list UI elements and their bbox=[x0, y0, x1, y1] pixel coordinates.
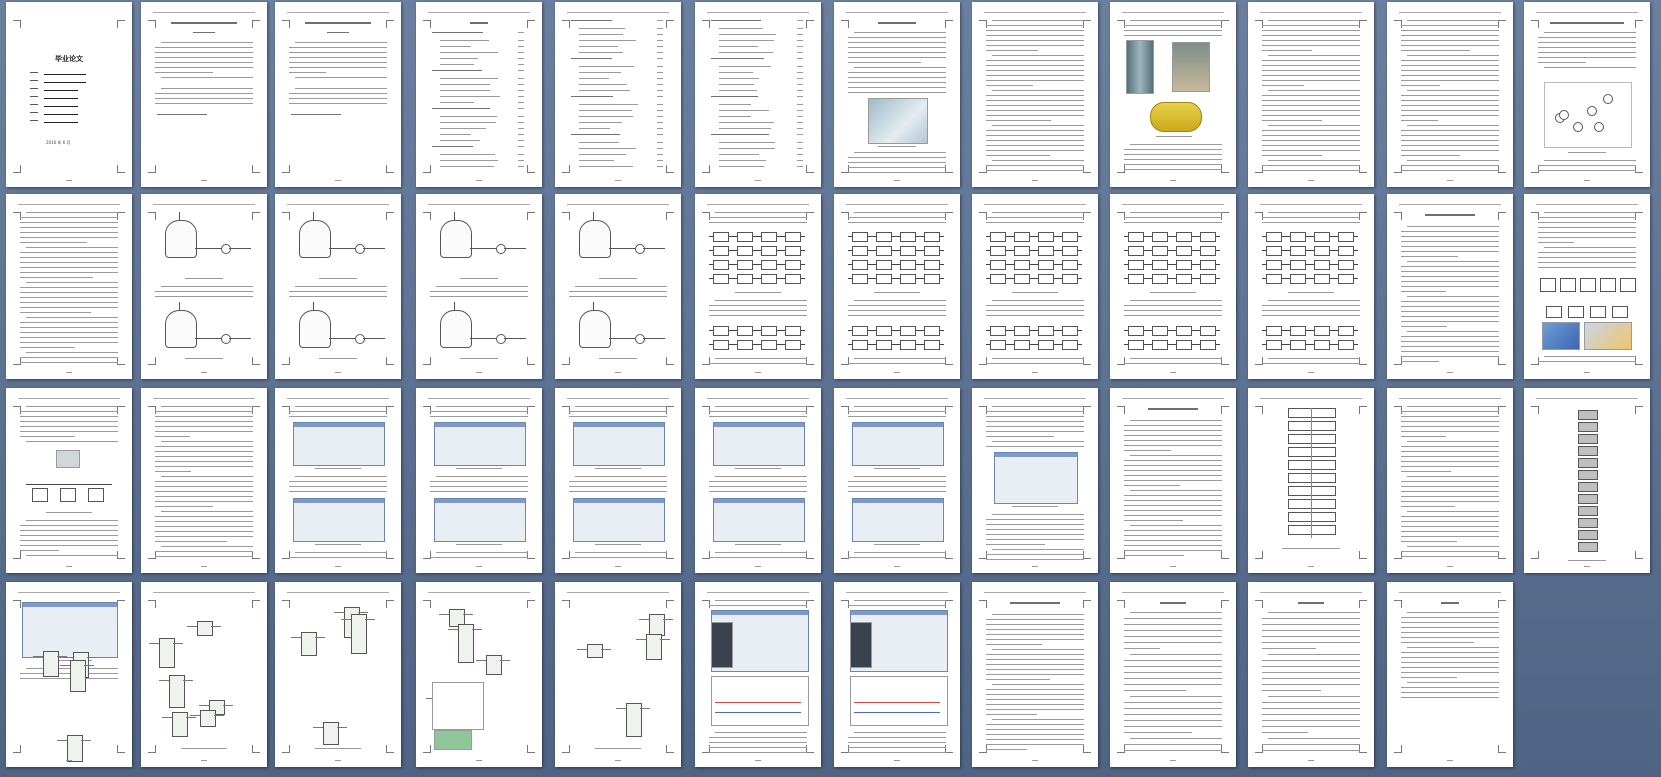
page-thumbnail[interactable] bbox=[834, 194, 960, 379]
page-thumbnail[interactable] bbox=[1387, 388, 1513, 573]
cover-date: 2016 年 6 月 bbox=[46, 140, 71, 145]
page-thumbnail[interactable] bbox=[141, 582, 267, 767]
page-thumbnail[interactable] bbox=[275, 2, 401, 187]
page-thumbnail[interactable] bbox=[695, 194, 821, 379]
page-thumbnail[interactable] bbox=[416, 194, 542, 379]
page-thumbnail[interactable] bbox=[1524, 2, 1650, 187]
page-thumbnail[interactable] bbox=[1248, 388, 1374, 573]
page-thumbnail[interactable] bbox=[972, 582, 1098, 767]
page-thumbnail[interactable] bbox=[555, 194, 681, 379]
page-thumbnail[interactable] bbox=[141, 2, 267, 187]
page-thumbnail[interactable] bbox=[555, 582, 681, 767]
page-thumbnail[interactable] bbox=[834, 2, 960, 187]
page-thumbnail[interactable] bbox=[6, 194, 132, 379]
page-thumbnail[interactable] bbox=[1524, 388, 1650, 573]
page-thumbnail[interactable] bbox=[6, 582, 132, 767]
page-thumbnail[interactable] bbox=[416, 2, 542, 187]
page-thumbnail[interactable] bbox=[141, 388, 267, 573]
page-thumbnail[interactable] bbox=[1110, 194, 1236, 379]
page-thumbnail[interactable]: 毕业论文 2016 年 6 月 bbox=[6, 2, 132, 187]
page-thumbnail[interactable] bbox=[275, 582, 401, 767]
page-thumbnail[interactable] bbox=[1110, 388, 1236, 573]
page-thumbnail[interactable] bbox=[141, 194, 267, 379]
page-thumbnail[interactable] bbox=[275, 388, 401, 573]
page-thumbnail[interactable] bbox=[1110, 582, 1236, 767]
page-thumbnail[interactable] bbox=[972, 194, 1098, 379]
page-thumbnail[interactable] bbox=[972, 2, 1098, 187]
page-thumbnail[interactable] bbox=[6, 388, 132, 573]
document-thumbnail-viewer[interactable]: 毕业论文 2016 年 6 月 bbox=[0, 0, 1661, 777]
page-thumbnail[interactable] bbox=[416, 388, 542, 573]
cover-title: 毕业论文 bbox=[55, 54, 83, 63]
page-thumbnail[interactable] bbox=[555, 2, 681, 187]
page-thumbnail[interactable] bbox=[1248, 2, 1374, 187]
page-thumbnail[interactable] bbox=[834, 388, 960, 573]
page-thumbnail[interactable] bbox=[1387, 2, 1513, 187]
page-thumbnail[interactable] bbox=[1387, 582, 1513, 767]
page-thumbnail[interactable] bbox=[555, 388, 681, 573]
page-thumbnail[interactable] bbox=[972, 388, 1098, 573]
page-thumbnail[interactable] bbox=[695, 582, 821, 767]
page-thumbnail[interactable] bbox=[695, 388, 821, 573]
page-thumbnail[interactable] bbox=[695, 2, 821, 187]
page-thumbnail[interactable] bbox=[1387, 194, 1513, 379]
page-thumbnail[interactable] bbox=[834, 582, 960, 767]
page-thumbnail[interactable] bbox=[416, 582, 542, 767]
page-thumbnail[interactable] bbox=[1524, 194, 1650, 379]
page-thumbnail[interactable] bbox=[275, 194, 401, 379]
page-thumbnail[interactable] bbox=[1248, 582, 1374, 767]
page-thumbnail[interactable] bbox=[1110, 2, 1236, 187]
page-thumbnail[interactable] bbox=[1248, 194, 1374, 379]
